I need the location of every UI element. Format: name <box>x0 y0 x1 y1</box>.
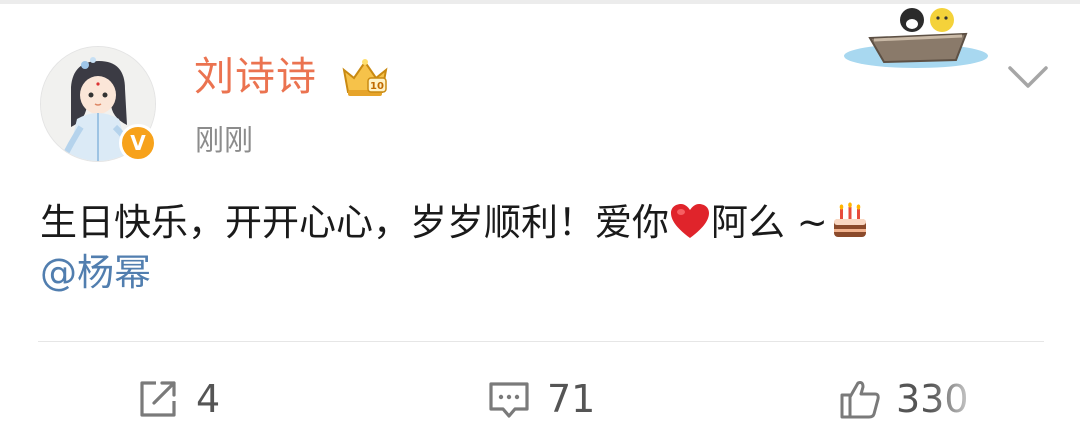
post-text-line: 生日快乐，开开心心，岁岁顺利！爱你 阿么 ~ <box>40 198 1050 248</box>
share-icon <box>140 381 176 417</box>
post-text-tail: 阿么 ~ <box>711 201 828 244</box>
verified-badge-label: V <box>130 131 146 155</box>
edge-fade-overlay <box>930 360 1080 437</box>
comment-count: 71 <box>547 377 596 421</box>
comment-icon <box>489 382 529 418</box>
post-text: 生日快乐，开开心心，岁岁顺利！爱你 <box>40 201 669 244</box>
post-timestamp: 刚刚 <box>195 123 254 157</box>
crown-icon[interactable]: 10 <box>338 56 392 98</box>
svg-text:10: 10 <box>370 81 384 92</box>
thumbs-up-icon <box>840 381 880 419</box>
footer-divider <box>38 341 1044 342</box>
username[interactable]: 刘诗诗 <box>194 52 317 102</box>
verified-badge: V <box>119 124 157 162</box>
heart-emoji <box>671 204 709 238</box>
mention-link[interactable]: @杨幂 <box>40 251 151 294</box>
post-mention-line: @杨幂 <box>40 248 1050 298</box>
repost-count: 4 <box>196 377 221 421</box>
boat-sticker <box>844 8 988 68</box>
cake-emoji <box>833 202 866 237</box>
comment-button[interactable]: 71 <box>487 374 595 424</box>
chevron-down-icon[interactable] <box>1004 62 1052 92</box>
post-body: 生日快乐，开开心心，岁岁顺利！爱你 阿么 ~ @杨幂 <box>40 198 1050 298</box>
repost-button[interactable]: 4 <box>136 374 220 424</box>
